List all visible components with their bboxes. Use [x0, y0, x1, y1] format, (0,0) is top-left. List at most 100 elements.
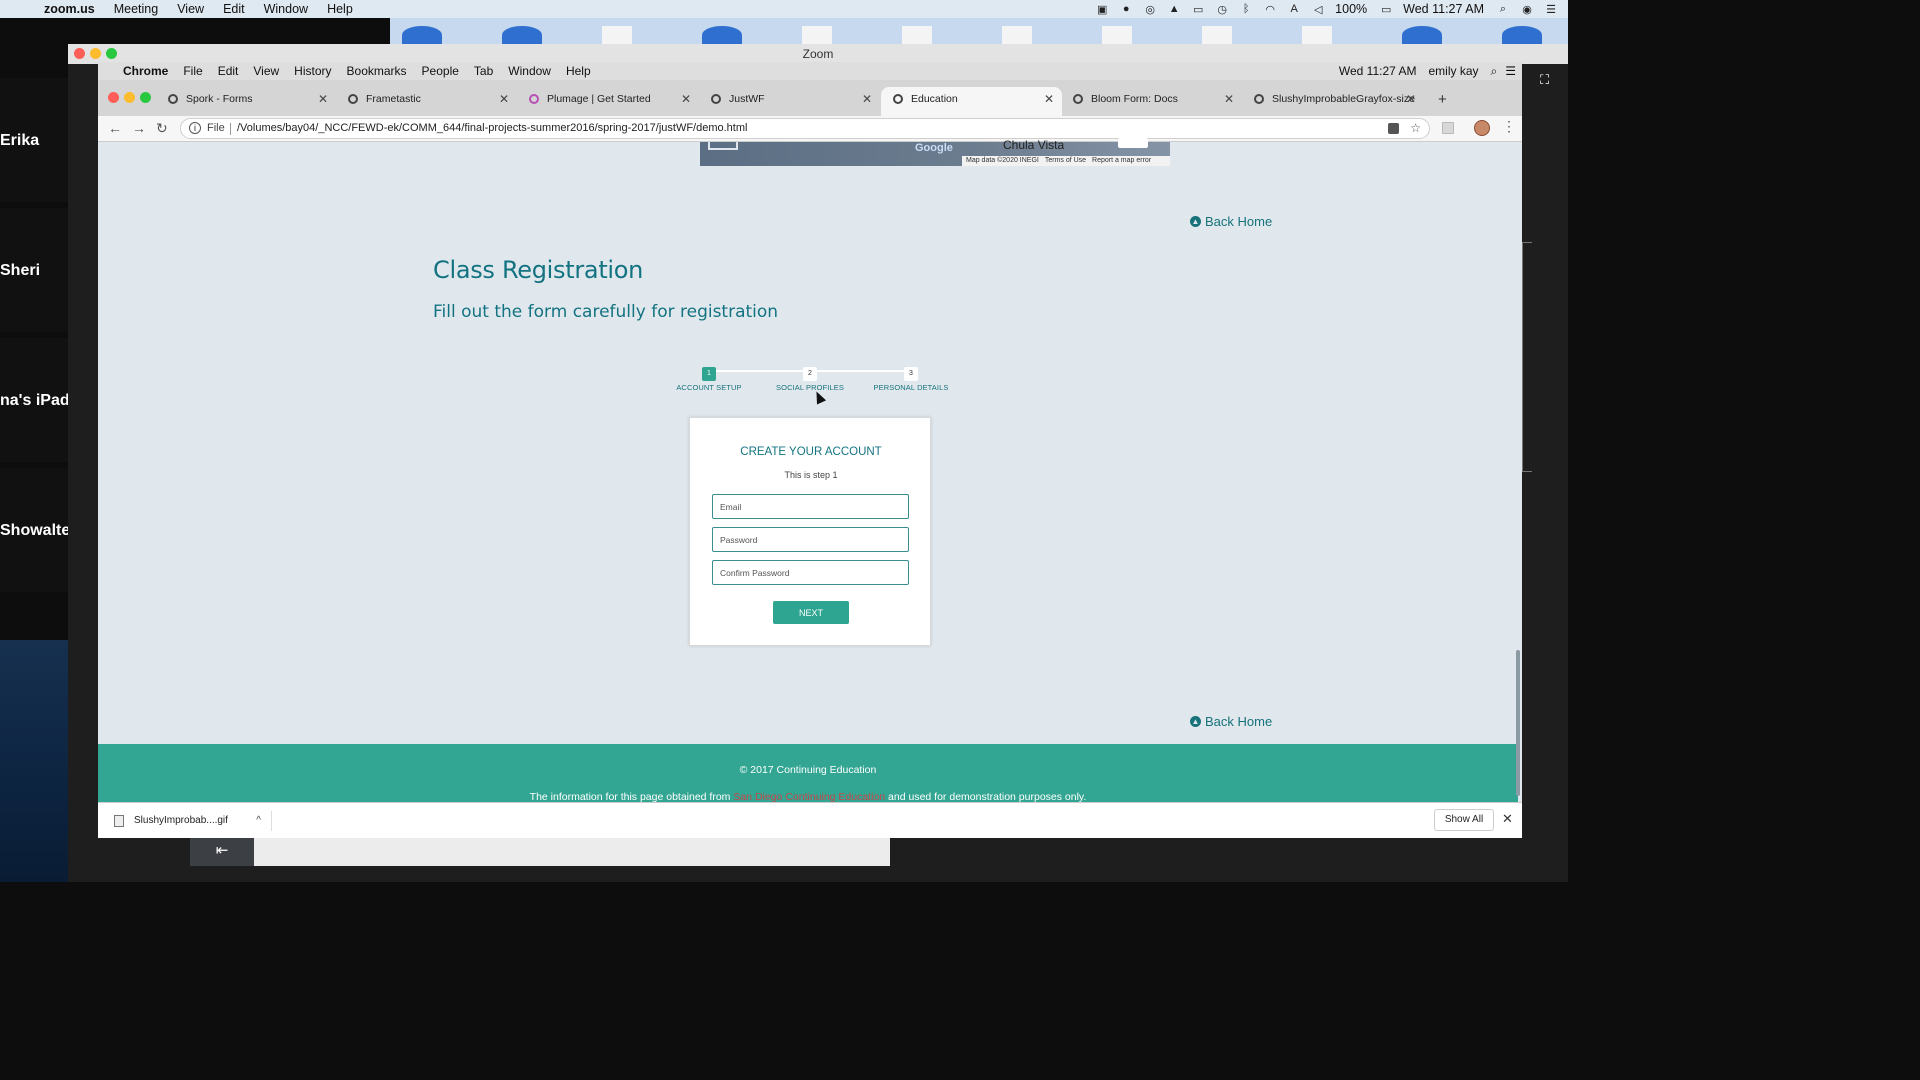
menu-meeting[interactable]: Meeting [114, 2, 158, 16]
profile-avatar[interactable] [1474, 120, 1490, 136]
map-layer-toggle-icon[interactable] [708, 142, 738, 150]
wifi-icon[interactable]: ◠ [1263, 3, 1277, 16]
address-bar[interactable]: i File /Volumes/bay04/_NCC/FEWD-ek/COMM_… [180, 118, 1430, 139]
close-window-icon[interactable] [74, 48, 85, 59]
reload-icon[interactable]: ↻ [156, 120, 168, 137]
volume-icon[interactable]: ◁ [1311, 3, 1325, 16]
close-window-icon[interactable] [108, 92, 119, 103]
chevron-up-icon[interactable]: ^ [256, 811, 261, 831]
chrome-menu-edit[interactable]: Edit [218, 64, 239, 78]
minimize-window-icon[interactable] [124, 92, 135, 103]
chrome-menu-window[interactable]: Window [508, 64, 551, 78]
participant-tile[interactable]: Showalte [0, 468, 68, 592]
drive-tray-icon[interactable]: ▲ [1167, 3, 1181, 15]
keyboard-input-icon[interactable]: A [1287, 3, 1301, 15]
chrome-menu-view[interactable]: View [253, 64, 279, 78]
tab-justwf[interactable]: JustWF ✕ [699, 87, 880, 116]
address-url[interactable]: /Volumes/bay04/_NCC/FEWD-ek/COMM_644/fin… [237, 119, 747, 138]
show-all-button[interactable]: Show All [1434, 809, 1494, 831]
close-tab-icon[interactable]: ✕ [499, 87, 509, 111]
tab-frametastic[interactable]: Frametastic ✕ [336, 87, 517, 116]
tab-slushy-gif[interactable]: SlushyImprobableGrayfox-size ✕ [1242, 87, 1424, 116]
close-tab-icon[interactable]: ✕ [318, 87, 328, 111]
step-label: SOCIAL PROFILES [776, 383, 844, 392]
tab-education[interactable]: Education ✕ [881, 87, 1062, 116]
spotlight-search-icon[interactable]: ⌕ [1491, 64, 1498, 79]
menu-app-name[interactable]: zoom.us [44, 2, 95, 16]
time-machine-icon[interactable]: ◷ [1215, 3, 1229, 16]
page-scrollbar[interactable] [1516, 650, 1520, 796]
address-separator [230, 123, 231, 135]
close-tab-icon[interactable]: ✕ [1044, 87, 1054, 111]
downloads-bar: SlushyImprobab....gif ^ Show All ✕ [98, 802, 1522, 838]
zoom-tray-icon[interactable]: ▣ [1095, 3, 1109, 16]
chrome-menu-people[interactable]: People [422, 64, 459, 78]
back-arrow-icon[interactable]: ← [108, 120, 122, 136]
close-icon[interactable]: ✕ [1502, 811, 1513, 827]
next-button[interactable]: NEXT [773, 601, 849, 624]
forward-arrow-icon[interactable]: → [132, 120, 146, 136]
close-tab-icon[interactable]: ✕ [1224, 87, 1234, 111]
translate-icon[interactable] [1388, 123, 1399, 134]
bookmark-star-icon[interactable]: ☆ [1410, 119, 1421, 138]
step-account-setup[interactable]: 1 ACCOUNT SETUP [654, 362, 764, 392]
chrome-menu-tab[interactable]: Tab [474, 64, 493, 78]
confirm-password-field[interactable] [712, 560, 909, 585]
maximize-window-icon[interactable] [140, 92, 151, 103]
chrome-menu-help[interactable]: Help [566, 64, 591, 78]
chrome-thumbnail-icon [502, 26, 542, 44]
notification-center-icon[interactable]: ☰ [1505, 64, 1516, 78]
chrome-menu-app[interactable]: Chrome [123, 64, 168, 78]
zoom-window-title: Zoom [802, 47, 834, 61]
tab-label: Education [911, 93, 958, 105]
menu-window[interactable]: Window [264, 2, 308, 16]
step-social-profiles[interactable]: 2 SOCIAL PROFILES [755, 362, 865, 392]
embedded-map[interactable]: Google Chula Vista Map data ©2020 INEGI … [700, 138, 1170, 166]
menu-view[interactable]: View [177, 2, 204, 16]
fullscreen-toggle-icon[interactable]: ⛶ [1540, 72, 1556, 88]
minimize-window-icon[interactable] [90, 48, 101, 59]
tab-spork-forms[interactable]: Spork - Forms ✕ [156, 87, 336, 116]
bluetooth-icon[interactable]: ᛒ [1239, 3, 1253, 15]
creative-cloud-icon[interactable]: ◎ [1143, 3, 1157, 16]
menu-edit[interactable]: Edit [223, 2, 245, 16]
close-tab-icon[interactable]: ✕ [681, 87, 691, 111]
map-control-button[interactable] [1118, 138, 1148, 148]
map-report-link[interactable]: Report a map error [1092, 157, 1151, 164]
notification-center-icon[interactable]: ☰ [1544, 3, 1558, 16]
map-terms-link[interactable]: Terms of Use [1045, 157, 1086, 164]
close-tab-icon[interactable]: ✕ [1406, 87, 1416, 111]
download-item[interactable]: SlushyImprobab....gif ^ [108, 811, 272, 831]
chrome-menubar-user[interactable]: emily kay [1428, 64, 1478, 78]
new-tab-icon[interactable]: + [1438, 91, 1447, 108]
account-form-card: CREATE YOUR ACCOUNT This is step 1 NEXT [689, 417, 931, 646]
back-home-link-bottom[interactable]: ▲ Back Home [1190, 714, 1272, 729]
back-home-link-top[interactable]: ▲ Back Home [1190, 214, 1272, 229]
extension-icon[interactable] [1442, 122, 1454, 134]
info-icon[interactable]: i [189, 122, 201, 134]
tab-plumage[interactable]: Plumage | Get Started ✕ [517, 87, 699, 116]
step-personal-details[interactable]: 3 PERSONAL DETAILS [856, 362, 966, 392]
battery-icon[interactable]: ▭ [1379, 3, 1393, 16]
chrome-menu-bookmarks[interactable]: Bookmarks [347, 64, 407, 78]
chrome-menubar-clock[interactable]: Wed 11:27 AM [1339, 64, 1417, 78]
chrome-menu-history[interactable]: History [294, 64, 331, 78]
exit-fullscreen-icon[interactable]: ⇤ [190, 838, 254, 866]
participant-tile[interactable]: na's iPad [0, 338, 68, 462]
menu-help[interactable]: Help [327, 2, 353, 16]
chat-tray-icon[interactable]: ● [1119, 3, 1133, 15]
step-label: PERSONAL DETAILS [873, 383, 949, 392]
spotlight-search-icon[interactable]: ⌕ [1496, 3, 1510, 15]
siri-icon[interactable]: ◉ [1520, 3, 1534, 16]
email-field[interactable] [712, 494, 909, 519]
close-tab-icon[interactable]: ✕ [862, 87, 872, 111]
airplay-icon[interactable]: ▭ [1191, 3, 1205, 16]
participant-tile[interactable]: Sheri [0, 208, 68, 332]
chrome-menu-file[interactable]: File [183, 64, 202, 78]
password-field[interactable] [712, 527, 909, 552]
chrome-menu-kebab-icon[interactable]: ⋮ [1502, 118, 1516, 135]
tab-bloom-form[interactable]: Bloom Form: Docs ✕ [1061, 87, 1242, 116]
maximize-window-icon[interactable] [106, 48, 117, 59]
menubar-clock[interactable]: Wed 11:27 AM [1403, 2, 1484, 16]
participant-tile[interactable]: Erika [0, 78, 68, 202]
